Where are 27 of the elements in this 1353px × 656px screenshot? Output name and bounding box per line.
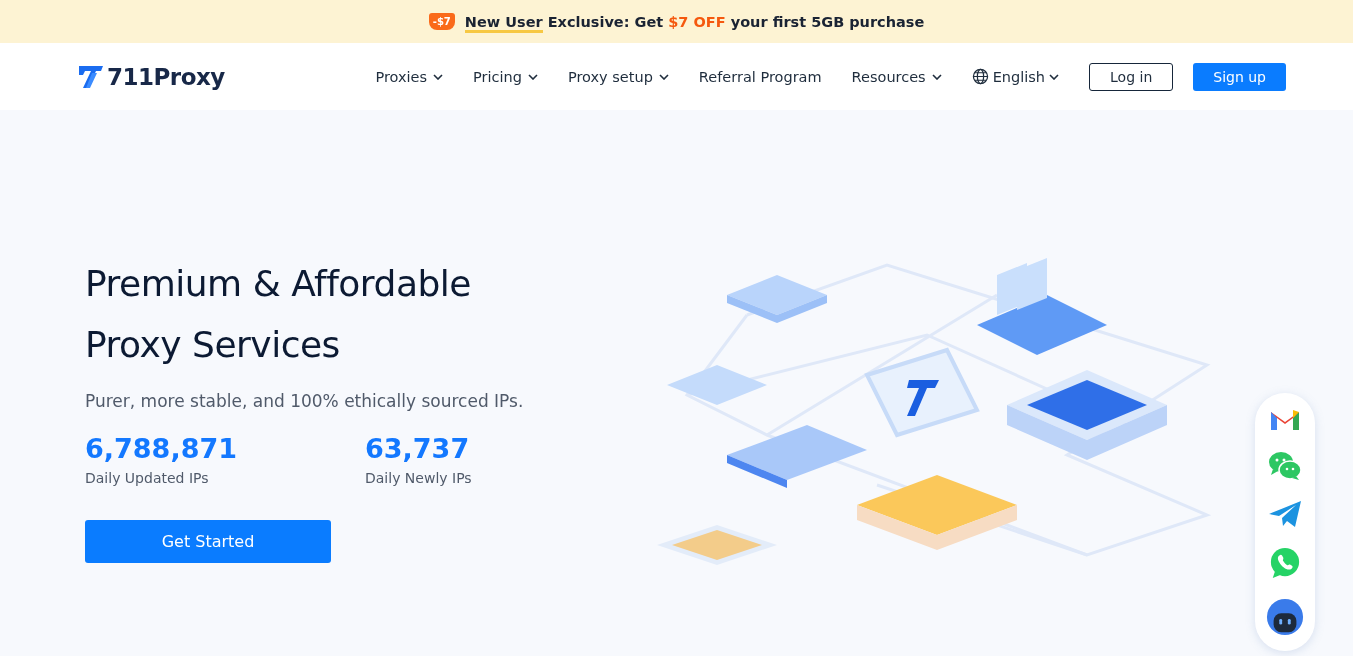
language-selector[interactable]: English: [971, 68, 1060, 85]
promo-text: New User Exclusive: Get $7 OFF your first 5GB purchase: [464, 13, 925, 30]
logo-icon: [78, 64, 104, 89]
nav-link[interactable]: Resources: [851, 68, 942, 85]
nav-link[interactable]: Referral Program: [698, 68, 822, 85]
stat-value: 6,788,871: [85, 433, 239, 464]
robot-icon[interactable]: [1266, 597, 1304, 636]
stat-label: Daily Updated IPs: [85, 470, 210, 486]
login-button[interactable]: Log in: [1089, 62, 1174, 91]
logo-text[interactable]: 711Proxy: [107, 63, 225, 90]
promo-banner[interactable]: -$7 New User Exclusive: Get $7 OFF your first 5GB purchase: [0, 0, 1353, 43]
stat-label: Daily Newly IPs: [365, 470, 473, 486]
globe-icon: [971, 68, 989, 85]
get-started-button[interactable]: Get Started: [85, 520, 331, 563]
signup-button[interactable]: Sign up: [1193, 62, 1286, 91]
paper-plane-icon[interactable]: [1268, 500, 1302, 528]
nav-link[interactable]: Pricing: [473, 68, 538, 85]
hero-subtitle: Purer, more stable, and 100% ethically sourced IPs.: [85, 391, 525, 411]
stat-value: 63,737: [365, 433, 471, 464]
chat-bubbles-icon[interactable]: [1268, 451, 1302, 482]
nav-link[interactable]: Proxy setup: [567, 68, 669, 85]
nav-link[interactable]: Proxies: [375, 68, 444, 85]
phone-chat-icon[interactable]: [1269, 546, 1301, 579]
hero-title: Premium & Affordable Proxy Services: [85, 262, 472, 367]
discount-badge: -$7: [428, 13, 455, 30]
chevron-down-icon: [1049, 73, 1060, 80]
mail-icon[interactable]: [1269, 408, 1301, 433]
